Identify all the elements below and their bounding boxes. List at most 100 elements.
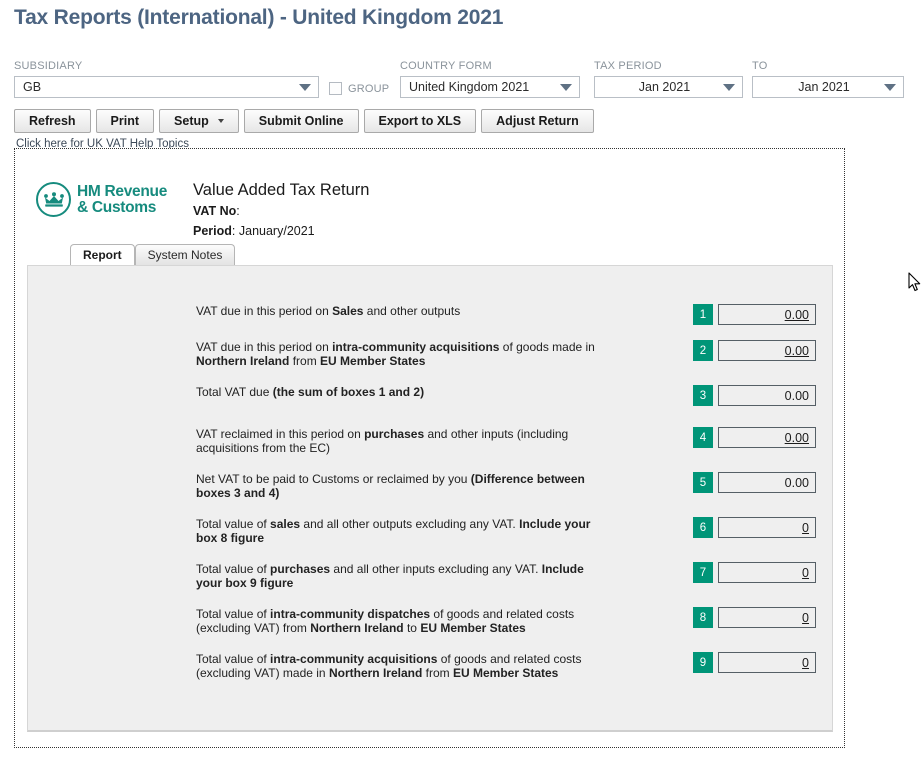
action-button-row: Refresh Print Setup Submit Online Export…	[14, 109, 594, 133]
vat-row-5-field: 5 0.00	[693, 472, 816, 493]
hmrc-line1: HM Revenue	[77, 182, 168, 200]
report-header: HM Revenue & Customs Value Added Tax Ret…	[15, 149, 844, 243]
adjust-return-button[interactable]: Adjust Return	[481, 109, 594, 133]
vat-row-3: Total VAT due (the sum of boxes 1 and 2)…	[196, 385, 816, 406]
report-container: HM Revenue & Customs Value Added Tax Ret…	[14, 148, 845, 748]
subsidiary-field: SUBSIDIARY GB	[14, 60, 319, 98]
vat-row-6-field: 6 0	[693, 517, 816, 538]
vat-row-1-field: 1 0.00	[693, 304, 816, 325]
box-value-input-3[interactable]: 0.00	[718, 385, 816, 406]
group-label: GROUP	[348, 82, 390, 95]
vat-form-panel: VAT due in this period on Sales and othe…	[27, 265, 833, 732]
vat-row-8-description: Total value of intra-community dispatche…	[196, 607, 575, 635]
chevron-down-icon	[560, 84, 572, 91]
box-value-input-6[interactable]: 0	[718, 517, 816, 538]
print-button[interactable]: Print	[95, 109, 155, 133]
chevron-down-icon	[884, 84, 896, 91]
report-title: Value Added Tax Return	[193, 181, 370, 199]
box-number-badge-6: 6	[693, 517, 713, 538]
to-period-label: TO	[752, 60, 768, 72]
box-number-badge-4: 4	[693, 427, 713, 448]
box-number-badge-5: 5	[693, 472, 713, 493]
vat-rows: VAT due in this period on Sales and othe…	[196, 304, 816, 693]
period-line: Period: January/2021	[193, 224, 315, 238]
setup-button[interactable]: Setup	[159, 109, 239, 133]
vat-row-9-description: Total value of intra-community acquisiti…	[196, 652, 582, 680]
vat-row-8-field: 8 0	[693, 607, 816, 628]
vat-row-4: VAT reclaimed in this period on purchase…	[196, 427, 816, 455]
vat-row-2-description: VAT due in this period on intra-communit…	[196, 340, 595, 368]
vat-row-2: VAT due in this period on intra-communit…	[196, 340, 816, 368]
hmrc-wordmark: HM Revenue & Customs	[77, 182, 168, 216]
country-form-field: COUNTRY FORM United Kingdom 2021	[400, 60, 580, 98]
box-number-badge-8: 8	[693, 607, 713, 628]
box-value-input-5[interactable]: 0.00	[718, 472, 816, 493]
country-form-label: COUNTRY FORM	[400, 60, 492, 72]
vat-no-line: VAT No:	[193, 204, 240, 218]
subsidiary-select[interactable]: GB	[14, 76, 319, 98]
period-label: Period	[193, 224, 232, 238]
subsidiary-value: GB	[23, 80, 42, 94]
vat-row-6-description: Total value of sales and all other outpu…	[196, 517, 591, 545]
vat-row-8: Total value of intra-community dispatche…	[196, 607, 816, 635]
group-checkbox[interactable]	[329, 82, 342, 95]
box-number-badge-3: 3	[693, 385, 713, 406]
box-value-input-7[interactable]: 0	[718, 562, 816, 583]
vat-no-label: VAT No	[193, 204, 237, 218]
vat-row-6: Total value of sales and all other outpu…	[196, 517, 816, 545]
box-number-badge-2: 2	[693, 340, 713, 361]
tax-period-value: Jan 2021	[638, 80, 691, 94]
page-title: Tax Reports (International) - United Kin…	[14, 6, 504, 29]
hmrc-line2: & Customs	[77, 198, 157, 216]
box-value-input-9[interactable]: 0	[718, 652, 816, 673]
box-number-badge-7: 7	[693, 562, 713, 583]
vat-row-3-description: Total VAT due (the sum of boxes 1 and 2)	[196, 385, 425, 399]
group-checkbox-wrap[interactable]: GROUP	[329, 82, 389, 95]
tax-period-select[interactable]: Jan 2021	[594, 76, 743, 98]
report-title-block: Value Added Tax Return VAT No: Period: J…	[193, 180, 369, 241]
vat-row-1-description: VAT due in this period on Sales and othe…	[196, 304, 461, 318]
box-value-input-8[interactable]: 0	[718, 607, 816, 628]
box-number-badge-9: 9	[693, 652, 713, 673]
tax-period-label: TAX PERIOD	[594, 60, 662, 72]
filter-bar: SUBSIDIARY GB GROUP COUNTRY FORM United …	[0, 60, 922, 106]
caret-down-icon[interactable]	[217, 119, 224, 123]
vat-row-9: Total value of intra-community acquisiti…	[196, 652, 816, 680]
box-value-input-4[interactable]: 0.00	[718, 427, 816, 448]
box-value-input-1[interactable]: 0.00	[718, 304, 816, 325]
report-tab-strip: Report System Notes	[15, 243, 844, 265]
tax-period-field: TAX PERIOD Jan 2021	[594, 60, 743, 98]
setup-button-label: Setup	[174, 114, 209, 128]
tab-system-notes[interactable]: System Notes	[134, 244, 236, 265]
vat-row-7-description: Total value of purchases and all other i…	[196, 562, 584, 590]
export-to-xls-button[interactable]: Export to XLS	[363, 109, 477, 133]
country-form-value: United Kingdom 2021	[409, 80, 530, 94]
chevron-down-icon	[299, 84, 311, 91]
vat-row-4-description: VAT reclaimed in this period on purchase…	[196, 427, 569, 455]
to-period-select[interactable]: Jan 2021	[752, 76, 904, 98]
mouse-cursor-icon	[908, 272, 921, 292]
vat-row-9-field: 9 0	[693, 652, 816, 673]
subsidiary-label: SUBSIDIARY	[14, 60, 83, 72]
hmrc-crown-icon	[36, 182, 71, 217]
vat-row-3-field: 3 0.00	[693, 385, 816, 406]
vat-row-2-field: 2 0.00	[693, 340, 816, 361]
vat-row-7: Total value of purchases and all other i…	[196, 562, 816, 590]
box-value-input-2[interactable]: 0.00	[718, 340, 816, 361]
to-period-field: TO Jan 2021	[752, 60, 904, 98]
period-value: January/2021	[238, 224, 315, 238]
vat-row-5-description: Net VAT to be paid to Customs or reclaim…	[196, 472, 585, 500]
submit-online-button[interactable]: Submit Online	[243, 109, 359, 133]
vat-row-5: Net VAT to be paid to Customs or reclaim…	[196, 472, 816, 500]
vat-row-7-field: 7 0	[693, 562, 816, 583]
vat-row-1: VAT due in this period on Sales and othe…	[196, 304, 816, 325]
to-period-value: Jan 2021	[798, 80, 850, 94]
chevron-down-icon	[723, 84, 735, 91]
crown-glyph	[43, 191, 64, 207]
tab-report[interactable]: Report	[70, 244, 135, 265]
country-form-select[interactable]: United Kingdom 2021	[400, 76, 580, 98]
box-number-badge-1: 1	[693, 304, 713, 325]
vat-row-4-field: 4 0.00	[693, 427, 816, 448]
hmrc-logo: HM Revenue & Customs	[36, 182, 167, 217]
refresh-button[interactable]: Refresh	[14, 109, 91, 133]
